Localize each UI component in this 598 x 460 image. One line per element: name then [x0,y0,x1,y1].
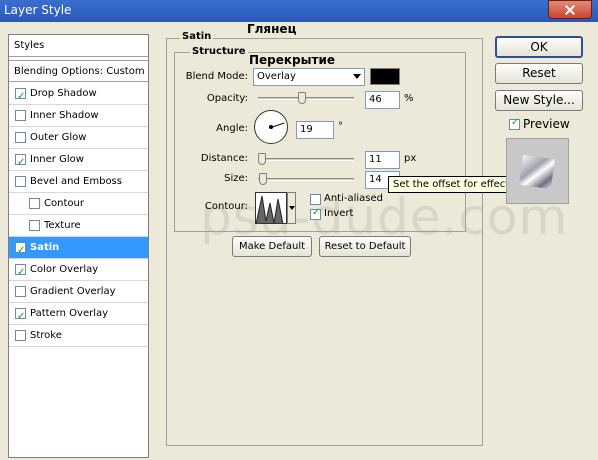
style-item-checkbox[interactable] [15,176,26,187]
structure-ru-label: Перекрытие [248,53,336,67]
style-item-label: Gradient Overlay [30,286,116,297]
style-item-checkbox[interactable] [15,286,26,297]
close-icon[interactable] [548,0,592,19]
style-item-label: Inner Glow [30,154,84,165]
make-default-button[interactable]: Make Default [232,236,312,257]
contour-curve-icon [256,195,284,223]
style-item-checkbox[interactable] [15,330,26,341]
style-item-checkbox[interactable] [29,220,40,231]
distance-unit: px [404,153,417,164]
blend-mode-value: Overlay [257,71,296,82]
style-item-label: Inner Shadow [30,110,99,121]
style-item-label: Stroke [30,330,62,341]
invert-label: Invert [324,208,354,219]
style-item-outer-glow[interactable]: Outer Glow [9,127,148,149]
style-item-label: Pattern Overlay [30,308,109,319]
distance-slider-thumb[interactable] [258,153,267,165]
contour-preview[interactable] [255,192,287,224]
opacity-label: Opacity: [206,93,248,104]
angle-input[interactable]: 19 [296,121,334,139]
styles-header[interactable]: Styles [9,35,148,57]
new-style-button[interactable]: New Style... [495,90,583,111]
style-item-satin[interactable]: Satin [9,237,148,262]
style-item-label: Outer Glow [30,132,87,143]
blend-mode-select[interactable]: Overlay [253,68,365,86]
blend-color-swatch[interactable] [370,68,400,85]
style-item-label: Contour [44,198,84,209]
style-item-contour[interactable]: Contour [9,193,148,215]
opacity-unit: % [404,93,414,104]
style-item-label: Color Overlay [30,264,99,275]
reset-to-default-button[interactable]: Reset to Default [319,236,411,257]
style-item-pattern-overlay[interactable]: Pattern Overlay [9,303,148,328]
blend-mode-label: Blend Mode: [185,71,248,82]
styles-list: Styles Blending Options: Custom Drop Sha… [8,34,149,458]
style-item-label: Bevel and Emboss [30,176,122,187]
anti-aliased-label: Anti-aliased [324,193,384,204]
size-slider-track[interactable] [258,178,354,181]
invert-checkbox[interactable] [310,207,321,220]
style-item-label: Drop Shadow [30,88,97,99]
style-item-checkbox[interactable] [15,86,26,108]
contour-label: Contour: [204,201,248,212]
style-item-checkbox[interactable] [15,306,26,328]
style-item-gradient-overlay[interactable]: Gradient Overlay [9,281,148,303]
style-item-label: Texture [44,220,81,231]
style-item-label: Satin [30,242,60,253]
style-item-checkbox[interactable] [15,152,26,174]
distance-label: Distance: [200,153,248,164]
style-item-bevel-and-emboss[interactable]: Bevel and Emboss [9,171,148,193]
contour-dropdown-arrow[interactable] [287,192,296,224]
window-title: Layer Style [4,3,72,17]
reset-button[interactable]: Reset [495,63,583,84]
blending-options-item[interactable]: Blending Options: Custom [9,60,148,82]
style-item-checkbox[interactable] [29,198,40,209]
style-item-inner-shadow[interactable]: Inner Shadow [9,105,148,127]
structure-label: Structure [190,46,248,57]
opacity-slider-thumb[interactable] [298,92,307,104]
style-item-drop-shadow[interactable]: Drop Shadow [9,83,148,108]
style-preview-thumbnail [506,138,569,204]
satin-group-label: Satin [180,31,214,42]
opacity-input[interactable]: 46 [365,91,400,109]
style-item-inner-glow[interactable]: Inner Glow [9,149,148,174]
preview-checkbox[interactable] [509,117,520,130]
size-slider-thumb[interactable] [259,173,268,185]
size-label: Size: [224,173,248,184]
style-item-color-overlay[interactable]: Color Overlay [9,259,148,284]
title-bar: Layer Style [0,0,598,22]
chevron-down-icon [353,74,361,79]
style-item-checkbox[interactable] [15,110,26,121]
preview-gem-image [519,154,555,190]
style-item-texture[interactable]: Texture [9,215,148,237]
distance-slider-track[interactable] [258,158,354,161]
style-item-checkbox[interactable] [15,240,26,262]
angle-dial[interactable] [254,110,288,144]
angle-dial-needle [271,122,285,128]
distance-input[interactable]: 11 [365,151,400,169]
preview-label: Preview [523,117,570,131]
style-item-checkbox[interactable] [15,262,26,284]
anti-aliased-checkbox[interactable] [310,194,321,205]
angle-unit: ° [338,121,343,132]
style-item-checkbox[interactable] [15,132,26,143]
style-item-stroke[interactable]: Stroke [9,325,148,347]
tooltip: Set the offset for effect [388,176,516,193]
ok-button[interactable]: OK [495,36,583,58]
angle-label: Angle: [216,123,248,134]
satin-ru-label: Глянец [246,22,298,36]
